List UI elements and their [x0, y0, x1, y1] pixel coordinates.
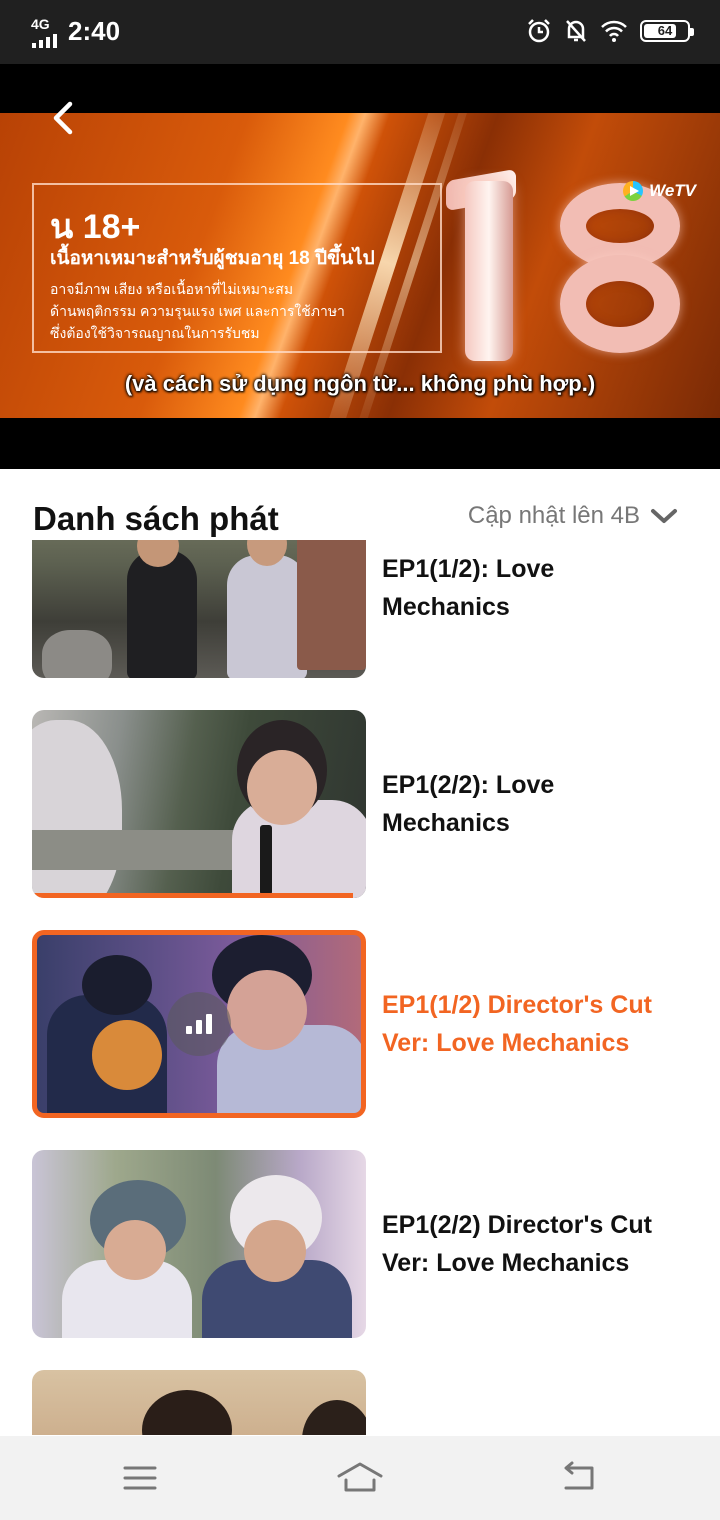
- playlist[interactable]: EP1(1/2): Love Mechanics EP1(2/2): Love …: [0, 540, 720, 1435]
- rating-description-line: ด้านพฤติกรรม ความรุนแรง เพศ และการใช้ภาษ…: [50, 303, 345, 319]
- back-icon[interactable]: [558, 1458, 598, 1498]
- episode-item[interactable]: [0, 1370, 720, 1435]
- episode-title[interactable]: EP1(1/2): Love Mechanics: [382, 550, 682, 626]
- episode-title[interactable]: EP1(2/2): Love Mechanics: [382, 766, 682, 842]
- battery-icon: 64: [640, 20, 694, 42]
- video-frame: น 18+ เนื้อหาเหมาะสำหรับผู้ชมอายุ 18 ปีข…: [0, 113, 720, 418]
- rating-eight-graphic: [550, 183, 690, 353]
- alarm-icon: [528, 19, 550, 43]
- back-arrow-icon[interactable]: [44, 98, 84, 138]
- network-type: 4G: [31, 16, 50, 32]
- episode-title[interactable]: EP1(1/2) Director's Cut Ver: Love Mechan…: [382, 986, 682, 1062]
- episode-thumbnail[interactable]: [32, 1150, 366, 1338]
- episode-thumbnail[interactable]: [32, 1370, 366, 1435]
- wifi-icon: [601, 20, 627, 42]
- chevron-down-icon: [651, 509, 677, 523]
- episode-item[interactable]: EP1(2/2) Director's Cut Ver: Love Mechan…: [0, 1150, 720, 1338]
- episode-item[interactable]: EP1(2/2): Love Mechanics: [0, 710, 720, 898]
- menu-icon[interactable]: [120, 1458, 160, 1498]
- rating-subtitle: เนื้อหาเหมาะสำหรับผู้ชมอายุ 18 ปีขึ้นไป: [50, 248, 375, 269]
- battery-percent: 64: [657, 23, 673, 38]
- status-time: 2:40: [68, 16, 121, 46]
- episode-thumbnail[interactable]: [32, 540, 366, 678]
- wetv-watermark: WeTV: [623, 181, 696, 201]
- status-bar: 4G 2:40 64: [0, 0, 720, 64]
- rating-numeral-graphic: [465, 181, 513, 361]
- episode-title[interactable]: EP1(2/2) Director's Cut Ver: Love Mechan…: [382, 1206, 682, 1282]
- episode-item-playing[interactable]: EP1(1/2) Director's Cut Ver: Love Mechan…: [0, 930, 720, 1118]
- wetv-watermark-text: WeTV: [649, 181, 696, 200]
- update-dropdown[interactable]: Cập nhật lên 4B: [468, 502, 678, 530]
- update-label: Cập nhật lên 4B: [467, 502, 640, 529]
- home-icon[interactable]: [336, 1458, 384, 1498]
- rating-description-line: อาจมีภาพ เสียง หรือเนื้อหาที่ไม่เหมาะสม: [50, 281, 294, 297]
- system-nav-bar: [0, 1436, 720, 1520]
- video-player[interactable]: น 18+ เนื้อหาเหมาะสำหรับผู้ชมอายุ 18 ปีข…: [0, 64, 720, 469]
- age-rating-notice: น 18+ เนื้อหาเหมาะสำหรับผู้ชมอายุ 18 ปีข…: [32, 183, 442, 353]
- playlist-header: Danh sách phát Cập nhật lên 4B: [0, 470, 720, 540]
- notifications-off-icon: [566, 20, 586, 42]
- episode-item[interactable]: EP1(1/2): Love Mechanics: [0, 540, 720, 678]
- network-signal-icon: 4G: [30, 16, 60, 48]
- watch-progress-bar: [32, 893, 353, 898]
- wetv-logo-icon: [623, 181, 644, 201]
- video-subtitle: (và cách sử dụng ngôn từ... không phù hợ…: [124, 371, 596, 396]
- playlist-title: Danh sách phát: [33, 500, 279, 537]
- episode-thumbnail[interactable]: [32, 710, 366, 898]
- rating-description-line: ซึ่งต้องใช้วิจารณญาณในการรับชม: [50, 325, 260, 341]
- now-playing-icon: [167, 992, 231, 1056]
- episode-thumbnail[interactable]: [32, 930, 366, 1118]
